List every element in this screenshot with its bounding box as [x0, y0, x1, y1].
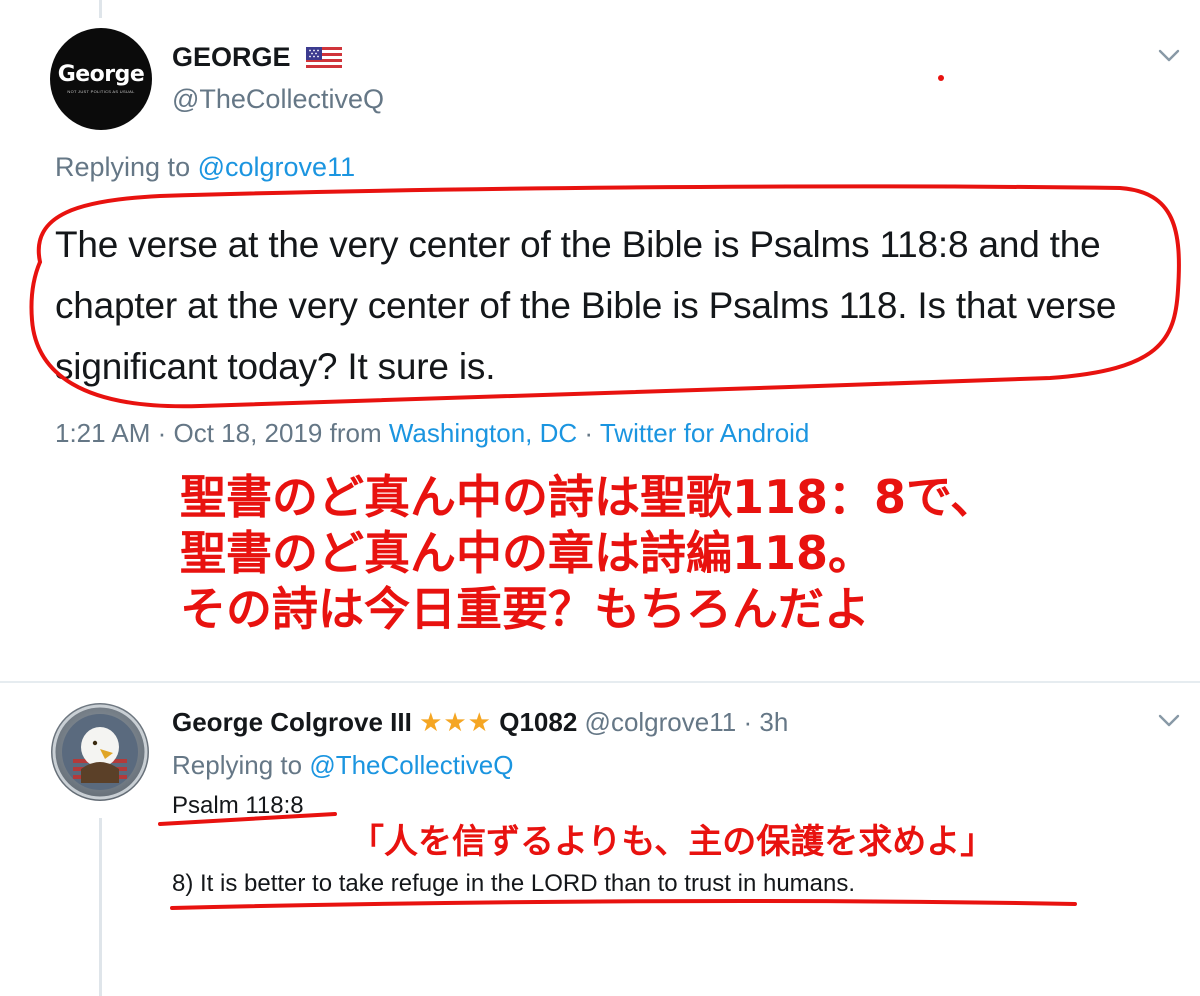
thread-connector-top	[99, 0, 102, 18]
avatar[interactable]	[51, 703, 149, 801]
tweet2-psalm-reference: Psalm 118:8	[172, 792, 304, 819]
tweet1-meta: 1:21 AM · Oct 18, 2019 from Washington, …	[55, 418, 809, 449]
tweet-source-link[interactable]: Twitter for Android	[600, 418, 810, 448]
display-name-text: GEORGE	[172, 42, 291, 72]
annotation-underline-verse	[170, 899, 1077, 910]
us-flag-icon	[306, 46, 343, 71]
annotation-dot	[938, 75, 944, 81]
eagle-icon	[52, 704, 148, 800]
avatar-logo-subtext: NOT JUST POLITICS AS USUAL	[67, 89, 135, 94]
tweet2-replying-to: Replying to @TheCollectiveQ	[172, 750, 513, 781]
tweet2-time-separator: ·	[743, 707, 753, 737]
annotation-jp-line-2: 聖書のど真ん中の章は詩編118。	[180, 526, 875, 580]
tweet-timestamp[interactable]: 1:21 AM · Oct 18, 2019 from	[55, 418, 382, 448]
replying-prefix: Replying to	[172, 750, 303, 780]
tweet1-replying-to: Replying to @colgrove11	[55, 152, 355, 183]
star-icon: ★★★	[419, 707, 492, 737]
annotation-jp-quote: 「人を信ずるよりも、主の保護を求めよ」	[350, 822, 995, 862]
tweet2-verse-text: 8) It is better to take refuge in the LO…	[172, 870, 856, 897]
annotation-jp-line-3: その詩は今日重要？もちろんだよ	[180, 582, 870, 636]
chevron-down-icon[interactable]	[1158, 49, 1180, 63]
avatar-logo-text: George	[57, 62, 145, 87]
tweet2-header: George Colgrove III ★★★ Q1082 @colgrove1…	[172, 707, 788, 738]
tweet2-timestamp[interactable]: 3h	[759, 707, 788, 737]
tweet2-display-name[interactable]: George Colgrove III	[172, 707, 412, 737]
avatar[interactable]: George NOT JUST POLITICS AS USUAL	[50, 28, 152, 130]
thread-connector-bottom	[99, 818, 102, 996]
replying-mention-link[interactable]: @TheCollectiveQ	[309, 750, 513, 780]
chevron-down-icon[interactable]	[1158, 714, 1180, 728]
tweet-location-link[interactable]: Washington, DC	[389, 418, 577, 448]
tweet2-handle[interactable]: @colgrove11	[585, 707, 737, 737]
tweet1-text: The verse at the very center of the Bibl…	[55, 224, 1117, 387]
annotation-jp-line-1: 聖書のど真ん中の詩は聖歌118：8で、	[180, 470, 997, 524]
meta-separator: ·	[584, 418, 594, 448]
tweet1-handle[interactable]: @TheCollectiveQ	[172, 84, 384, 115]
tweet2-tag: Q1082	[499, 707, 578, 737]
tweet-divider	[0, 681, 1200, 683]
tweet1-display-name[interactable]: GEORGE	[172, 42, 343, 73]
replying-prefix: Replying to	[55, 152, 191, 182]
replying-mention-link[interactable]: @colgrove11	[198, 152, 356, 182]
